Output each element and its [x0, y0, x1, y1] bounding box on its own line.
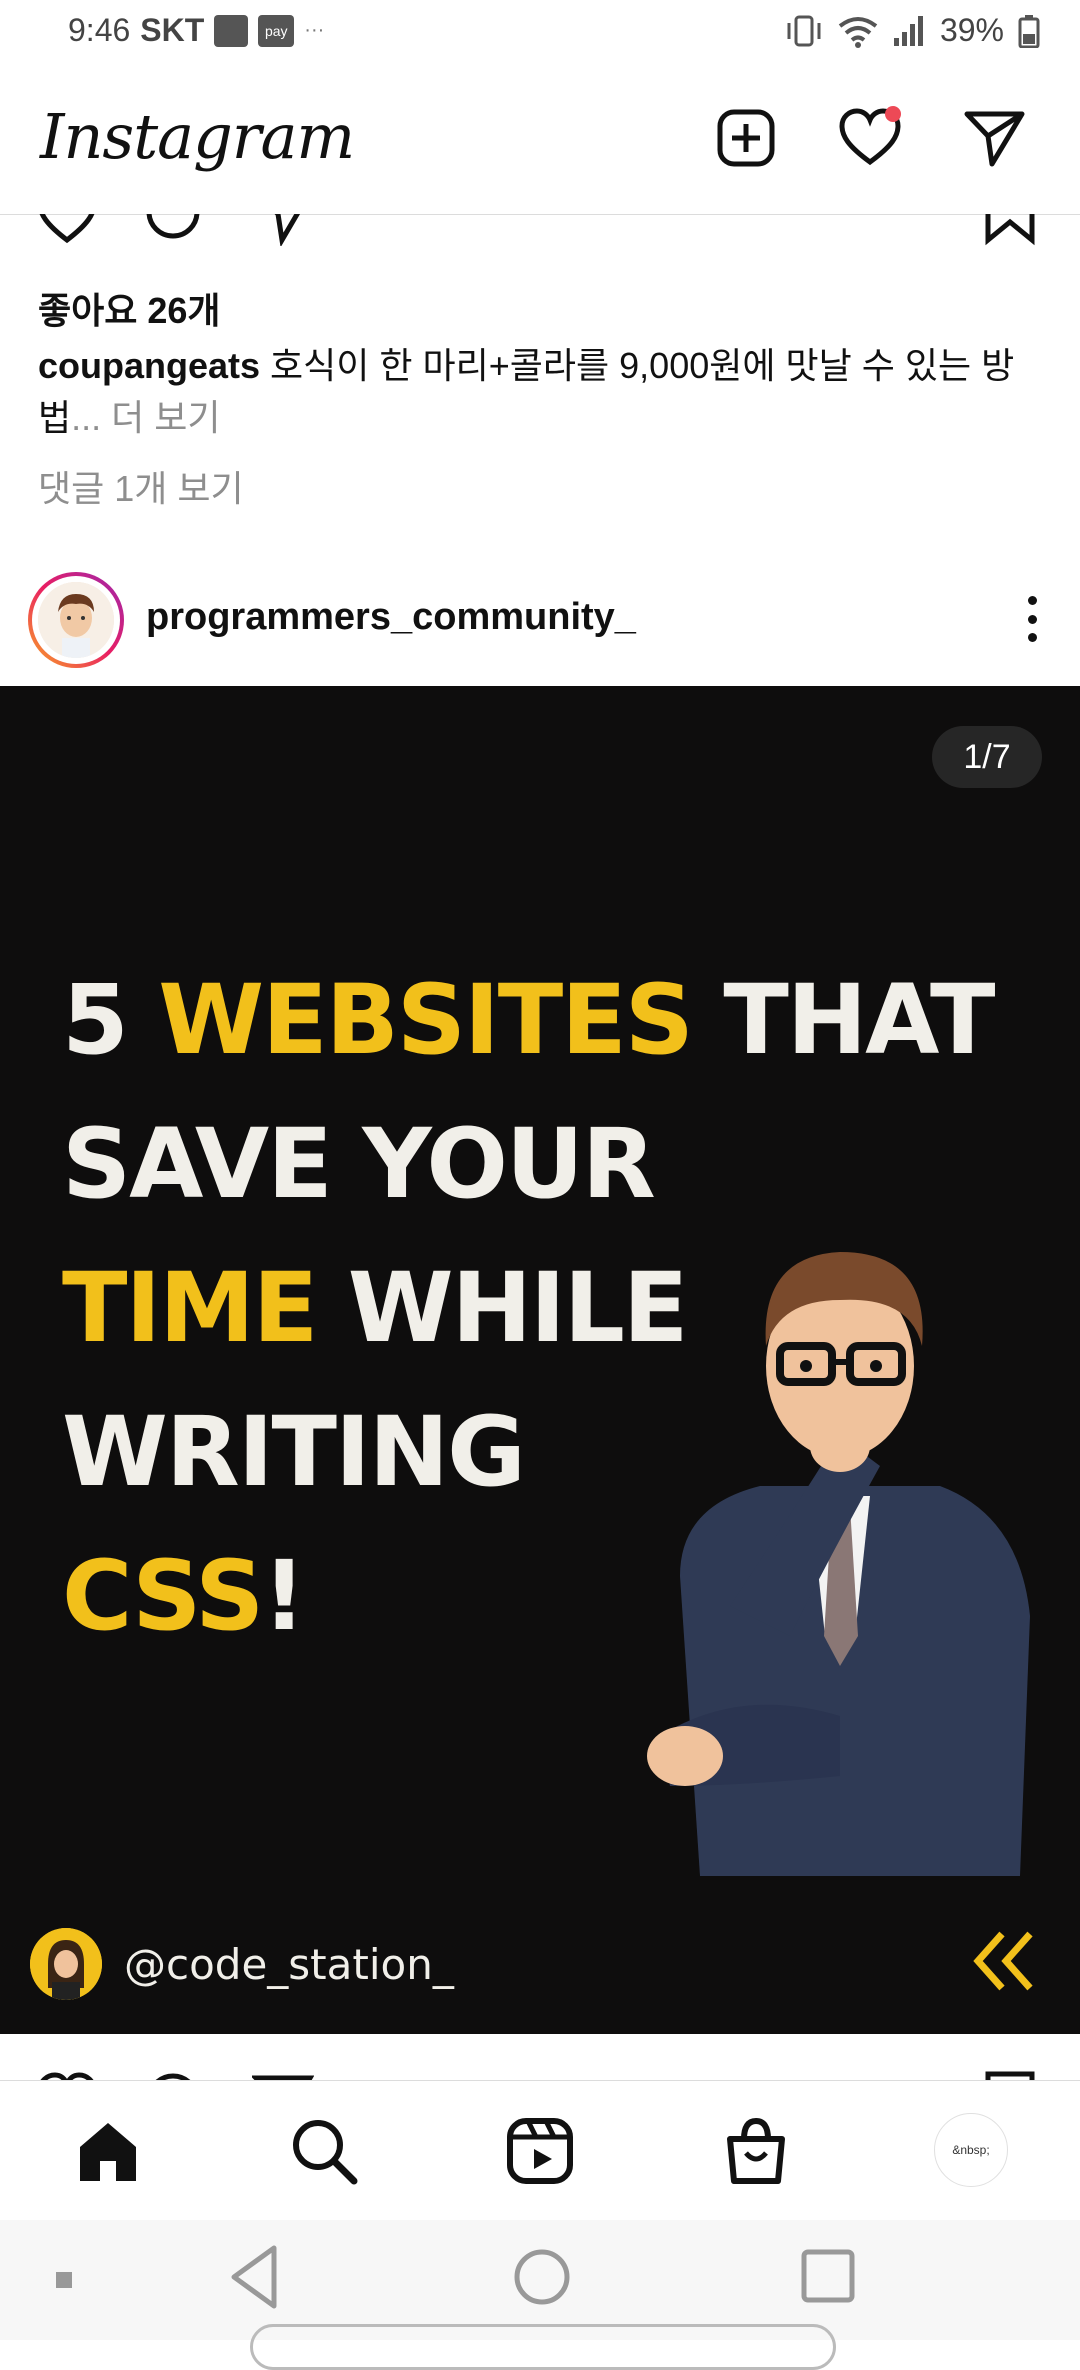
battery-icon: [1018, 14, 1040, 48]
heart-activity-icon[interactable]: [838, 106, 902, 170]
double-chevron-left-icon: [973, 1931, 1033, 1991]
instagram-logo[interactable]: Instagram: [40, 100, 355, 173]
avatar: [38, 582, 114, 658]
post-actions: [0, 2034, 1080, 2080]
avatar-illustration: [38, 582, 114, 658]
status-right: 39%: [784, 12, 1040, 49]
previous-post-actions: [0, 214, 1080, 254]
more-options-icon[interactable]: [1024, 596, 1040, 642]
comment-icon[interactable]: [142, 214, 204, 246]
post-caption: coupangeats 호식이 한 마리+콜라를 9,000원에 맛날 수 있는…: [38, 340, 1038, 444]
pay-icon: pay: [258, 14, 295, 47]
view-comments-link[interactable]: 댓글 1개 보기: [38, 460, 244, 512]
share-icon[interactable]: [252, 2070, 314, 2080]
more-notifications-indicator: ···: [304, 19, 325, 41]
status-time: 9:46: [68, 12, 131, 48]
status-carrier: SKT: [140, 12, 205, 48]
signal-icon: [893, 15, 923, 46]
back-icon[interactable]: [226, 2242, 286, 2312]
recent-dot-icon: [56, 2272, 72, 2288]
home-icon[interactable]: [72, 2115, 144, 2187]
recents-icon[interactable]: [798, 2242, 858, 2312]
like-icon[interactable]: [36, 2070, 98, 2080]
home-button-icon[interactable]: [512, 2242, 572, 2312]
post-header: programmers_community_: [0, 560, 1080, 680]
caption-username[interactable]: coupangeats: [38, 345, 260, 386]
shop-icon[interactable]: [720, 2115, 792, 2187]
status-left: 9:46 SKT pay ···: [68, 12, 324, 49]
like-count[interactable]: 좋아요 26개: [38, 282, 221, 334]
like-icon[interactable]: [36, 214, 98, 246]
wifi-icon: [838, 16, 878, 48]
status-bar: 9:46 SKT pay ··· 39%: [0, 0, 1080, 66]
notes-icon: [214, 14, 249, 47]
save-icon[interactable]: [982, 2070, 1038, 2080]
system-navigation-bar: [0, 2220, 1080, 2370]
battery-percent: 39%: [939, 12, 1004, 48]
carousel-counter: 1/7: [932, 726, 1042, 788]
profile-avatar[interactable]: &nbsp;: [934, 2113, 1008, 2187]
reels-icon[interactable]: [504, 2115, 576, 2187]
direct-message-icon[interactable]: [962, 106, 1026, 170]
app-header: Instagram: [0, 66, 1080, 215]
businessman-illustration: [647, 1252, 1030, 1876]
creator-handle: @code_station_: [124, 1940, 454, 1989]
search-icon[interactable]: [288, 2115, 360, 2187]
comment-icon[interactable]: [142, 2070, 204, 2080]
gesture-handle[interactable]: [250, 2324, 836, 2370]
story-ring[interactable]: [28, 572, 124, 668]
share-icon[interactable]: [252, 214, 314, 246]
bottom-navigation: &nbsp;: [0, 2080, 1080, 2221]
vibrate-icon: [787, 15, 821, 46]
save-icon[interactable]: [982, 214, 1038, 246]
post-image[interactable]: 1/7 5 WEBSITES THAT SAVE YOUR TIME WHILE…: [0, 686, 1080, 2034]
more-link[interactable]: ... 더 보기: [71, 397, 220, 438]
new-post-icon[interactable]: [714, 106, 778, 170]
post-username[interactable]: programmers_community_: [146, 596, 636, 639]
creator-avatar: [30, 1928, 102, 2000]
